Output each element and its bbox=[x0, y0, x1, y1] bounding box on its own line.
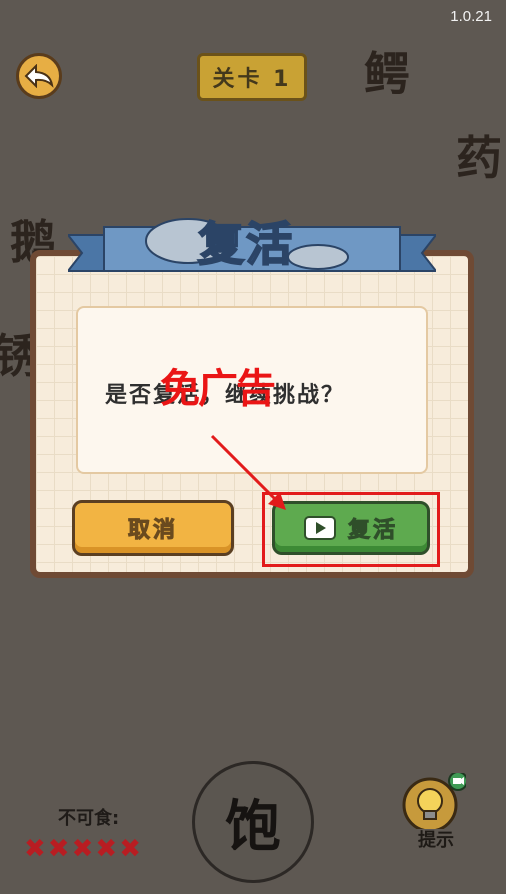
strike-icon: ✖ bbox=[95, 834, 118, 864]
strike-marks: ✖ ✖ ✖ ✖ ✖ bbox=[24, 836, 141, 862]
current-char-button[interactable]: 饱 bbox=[192, 761, 314, 883]
current-char: 饱 bbox=[225, 793, 281, 860]
strike-icon: ✖ bbox=[119, 834, 141, 864]
hint-label: 提示 bbox=[418, 830, 454, 851]
strike-icon: ✖ bbox=[71, 834, 94, 864]
strike-icon: ✖ bbox=[47, 834, 70, 864]
annotation-arrow bbox=[210, 434, 286, 510]
lightbulb-icon bbox=[402, 771, 468, 833]
forbidden-label: 不可食: bbox=[58, 808, 120, 829]
strike-icon: ✖ bbox=[24, 834, 46, 864]
